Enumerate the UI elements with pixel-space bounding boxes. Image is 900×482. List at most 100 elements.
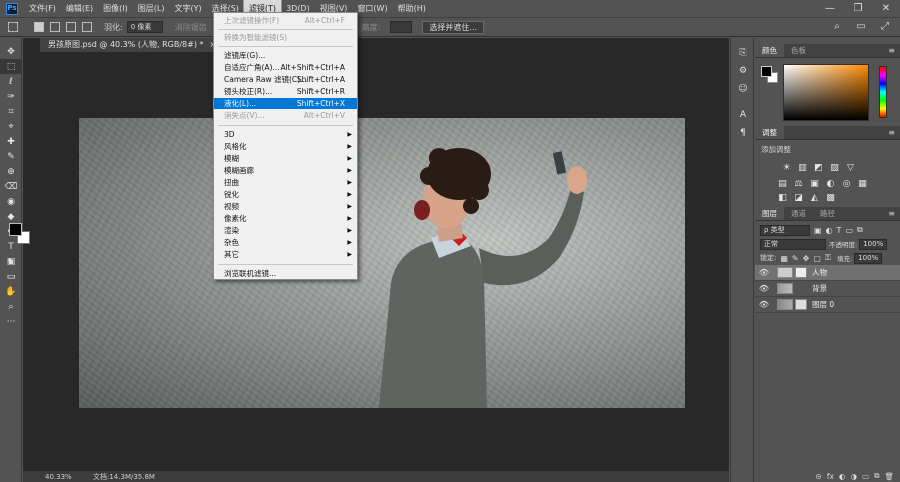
tab-color[interactable]: 颜色 — [755, 44, 784, 57]
filter-smart-icon[interactable]: ⧉ — [857, 225, 863, 235]
menu-item-liquify[interactable]: 液化(L)... Shift+Ctrl+X — [214, 98, 357, 109]
threshold-icon[interactable]: ◭ — [809, 193, 820, 203]
tab-swatches[interactable]: 色板 — [784, 44, 813, 57]
subtract-selection-icon[interactable] — [66, 22, 76, 32]
tab-channels[interactable]: 通道 — [784, 207, 813, 220]
panel-menu-icon[interactable]: ≡ — [888, 46, 895, 55]
gradient-map-icon[interactable]: ▩ — [825, 193, 836, 203]
layer-row[interactable]: 👁 图层 0 — [755, 297, 900, 313]
filter-shape-icon[interactable]: ▭ — [845, 226, 853, 235]
black-white-icon[interactable]: ▣ — [809, 179, 820, 189]
menu-item-vanishing-point[interactable]: 消失点(V)... Alt+Ctrl+V — [214, 110, 357, 121]
marquee-tool-icon[interactable]: ⬚ — [0, 59, 22, 74]
menu-help[interactable]: 帮助(H) — [393, 0, 431, 17]
brush-tool-icon[interactable]: ✎ — [0, 149, 22, 164]
menu-item-convert-smart-filter[interactable]: 转换为智能滤镜(S) — [214, 32, 357, 43]
character-icon[interactable]: A — [731, 106, 755, 124]
screen-mode-icon[interactable]: ▭ — [0, 269, 22, 284]
menu-edit[interactable]: 编辑(E) — [61, 0, 98, 17]
menu-item-stylize[interactable]: 风格化 ▶ — [214, 141, 357, 152]
tab-paths[interactable]: 路径 — [813, 207, 842, 220]
filter-adjust-icon[interactable]: ◐ — [826, 226, 833, 235]
menu-item-browse-online-filters[interactable]: 浏览联机滤镜... — [214, 268, 357, 279]
panel-menu-icon[interactable]: ≡ — [888, 209, 895, 218]
photo-filter-icon[interactable]: ◐ — [825, 179, 836, 189]
color-picker-field[interactable] — [783, 64, 869, 121]
tab-adjustments[interactable]: 调整 — [755, 126, 784, 139]
color-lookup-icon[interactable]: ▦ — [857, 179, 868, 189]
lock-position-icon[interactable]: ✥ — [803, 254, 810, 263]
menu-item-other[interactable]: 其它 ▶ — [214, 249, 357, 260]
marquee-tool-icon[interactable] — [8, 22, 18, 32]
menu-item-adaptive-wide-angle[interactable]: 自适应广角(A)... Alt+Shift+Ctrl+A — [214, 62, 357, 73]
search-icon[interactable]: ⌕ — [830, 20, 844, 34]
eyedropper-tool-icon[interactable]: ⌖ — [0, 119, 22, 134]
foreground-color-swatch[interactable] — [761, 66, 772, 77]
link-layers-icon[interactable]: ⊝ — [816, 472, 822, 481]
intersect-selection-icon[interactable] — [82, 22, 92, 32]
menu-item-3d[interactable]: 3D ▶ — [214, 129, 357, 140]
menu-item-camera-raw[interactable]: Camera Raw 滤镜(C)... Shift+Ctrl+A — [214, 74, 357, 85]
document-tab[interactable]: 男孩原图.psd @ 40.3% (人物, RGB/8#) *× — [40, 38, 225, 52]
vibrance-icon[interactable]: ▽ — [845, 163, 856, 173]
lasso-tool-icon[interactable]: ℓ — [0, 74, 22, 89]
height-input[interactable] — [390, 21, 413, 33]
lock-pixels-icon[interactable]: ✎ — [792, 254, 799, 263]
new-selection-icon[interactable] — [34, 22, 44, 32]
menu-type[interactable]: 文字(Y) — [169, 0, 206, 17]
new-group-icon[interactable]: ▭ — [862, 472, 869, 481]
menu-item-last-filter[interactable]: 上次滤镜操作(F) Alt+Ctrl+F — [214, 15, 357, 26]
layer-row[interactable]: 👁 背景 — [755, 281, 900, 297]
color-balance-icon[interactable]: ⚖ — [793, 179, 804, 189]
filter-type-icon[interactable]: T — [837, 226, 842, 235]
delete-layer-icon[interactable]: 🗑 — [884, 472, 894, 481]
close-button[interactable]: ✕ — [872, 0, 900, 17]
layer-filter-select[interactable]: ρ 类型 — [760, 224, 810, 236]
menu-item-pixelate[interactable]: 像素化 ▶ — [214, 213, 357, 224]
exposure-icon[interactable]: ▨ — [829, 163, 840, 173]
menu-item-render[interactable]: 渲染 ▶ — [214, 225, 357, 236]
menu-item-blur[interactable]: 模糊 ▶ — [214, 153, 357, 164]
tab-layers[interactable]: 图层 — [755, 207, 784, 220]
new-layer-icon[interactable]: ⧉ — [874, 471, 879, 481]
menu-item-distort[interactable]: 扭曲 ▶ — [214, 177, 357, 188]
layer-row[interactable]: 👁 人物 — [755, 265, 900, 281]
panel-menu-icon[interactable]: ≡ — [888, 128, 895, 137]
menu-item-sharpen[interactable]: 锐化 ▶ — [214, 189, 357, 200]
move-tool-icon[interactable]: ✥ — [0, 44, 22, 59]
lock-artboard-icon[interactable]: ▢ — [813, 254, 821, 263]
opacity-input[interactable]: 100% — [859, 238, 888, 250]
adjustment-layer-icon[interactable]: ◑ — [850, 472, 857, 481]
dodge-tool-icon[interactable]: ◆ — [0, 209, 22, 224]
blur-tool-icon[interactable]: ◉ — [0, 194, 22, 209]
hue-slider[interactable] — [879, 66, 887, 118]
add-selection-icon[interactable] — [50, 22, 60, 32]
levels-icon[interactable]: ▥ — [797, 163, 808, 173]
menu-item-filter-gallery[interactable]: 滤镜库(G)... — [214, 50, 357, 61]
image-canvas[interactable] — [79, 118, 685, 408]
more-tools-icon[interactable]: ··· — [0, 314, 22, 329]
foreground-color-swatch[interactable] — [9, 223, 22, 236]
paragraph-icon[interactable]: ¶ — [731, 124, 755, 142]
invert-icon[interactable]: ◧ — [777, 193, 788, 203]
properties-icon[interactable]: ⚙ — [731, 62, 755, 80]
blend-mode-select[interactable]: 正常 — [760, 238, 826, 250]
menu-item-lens-correction[interactable]: 镜头校正(R)... Shift+Ctrl+R — [214, 86, 357, 97]
channel-mixer-icon[interactable]: ◎ — [841, 179, 852, 189]
menu-image[interactable]: 图像(I) — [98, 0, 133, 17]
hand-tool-icon[interactable]: ✋ — [0, 284, 22, 299]
menu-item-video[interactable]: 视频 ▶ — [214, 201, 357, 212]
posterize-icon[interactable]: ◪ — [793, 193, 804, 203]
menu-layer[interactable]: 图层(L) — [133, 0, 170, 17]
quick-select-tool-icon[interactable]: ✑ — [0, 89, 22, 104]
menu-item-blur-gallery[interactable]: 模糊画廊 ▶ — [214, 165, 357, 176]
menu-window[interactable]: 窗口(W) — [352, 0, 392, 17]
clone-stamp-tool-icon[interactable]: ⊕ — [0, 164, 22, 179]
restore-button[interactable]: ❐ — [844, 0, 872, 17]
visibility-eye-icon[interactable]: 👁 — [755, 268, 773, 277]
eraser-tool-icon[interactable]: ⌫ — [0, 179, 22, 194]
learn-icon[interactable]: ☺ — [731, 80, 755, 98]
brightness-icon[interactable]: ☀ — [781, 163, 792, 173]
history-icon[interactable]: ⎘ — [731, 44, 755, 62]
lock-all-icon[interactable]: ⚿ — [825, 253, 831, 263]
